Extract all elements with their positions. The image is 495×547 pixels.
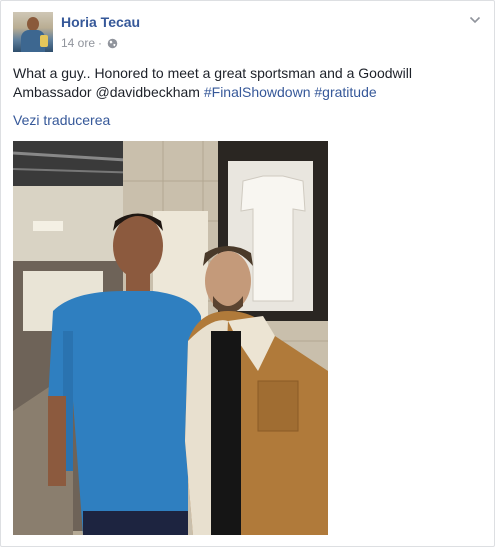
post-card: Horia Tecau 14 ore · What a guy.. Honore… xyxy=(0,0,495,547)
post-timestamp[interactable]: 14 ore xyxy=(61,36,95,50)
globe-icon xyxy=(107,38,118,48)
meta-separator: · xyxy=(98,36,103,50)
post-photo[interactable] xyxy=(13,141,328,535)
author-name[interactable]: Horia Tecau xyxy=(61,14,140,30)
see-translation-link[interactable]: Vezi traducerea xyxy=(13,112,110,128)
avatar[interactable] xyxy=(13,12,53,52)
hashtag-finalshowdown[interactable]: #FinalShowdown xyxy=(204,84,311,100)
post-text: What a guy.. Honored to meet a great spo… xyxy=(13,64,483,102)
hashtag-gratitude[interactable]: #gratitude xyxy=(314,84,376,100)
chevron-down-icon[interactable] xyxy=(468,13,482,27)
avatar-trophy xyxy=(40,35,48,47)
post-meta: 14 ore · xyxy=(61,36,118,50)
photo-illustration xyxy=(13,141,328,535)
avatar-head xyxy=(27,17,39,31)
